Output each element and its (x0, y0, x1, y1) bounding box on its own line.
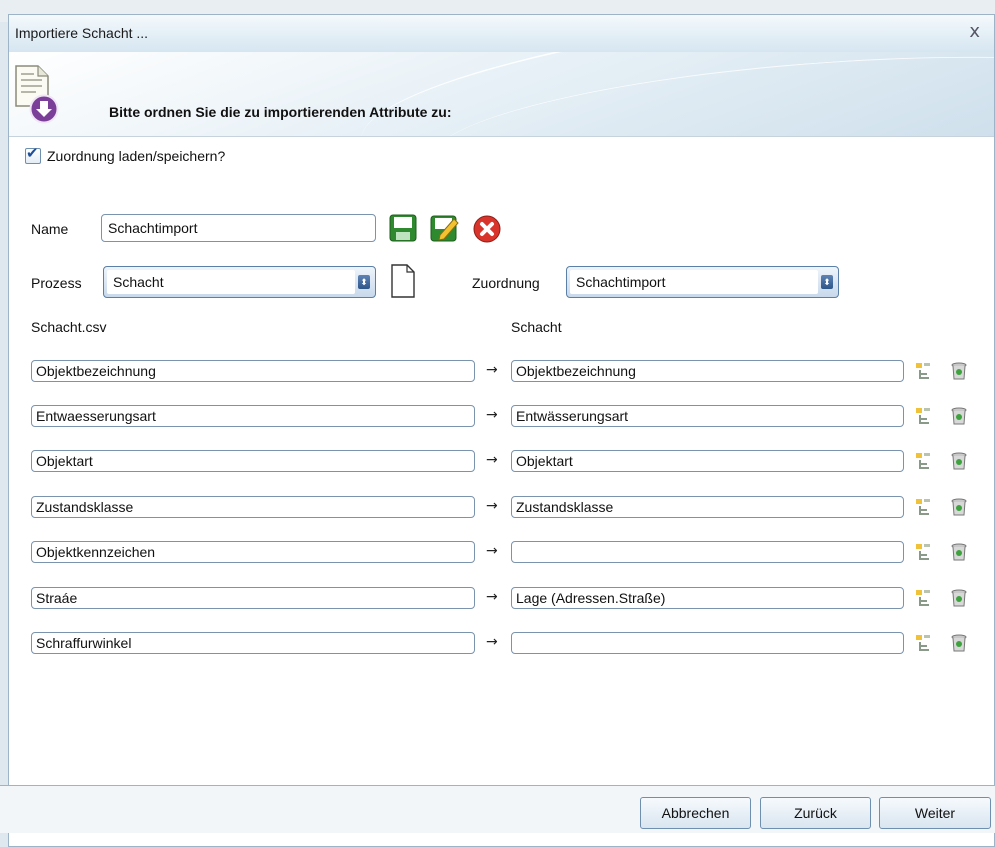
select-arrows-icon: ⬍ (821, 275, 833, 289)
arrow-icon: → (486, 362, 498, 378)
zuordnung-label: Zuordnung (472, 275, 540, 291)
trash-icon[interactable] (950, 542, 968, 562)
prozess-select[interactable]: Schacht ⬍ (103, 266, 376, 298)
source-field[interactable]: Objektbezeichnung (31, 360, 475, 382)
assign-icon[interactable] (915, 633, 933, 653)
name-label: Name (31, 221, 69, 237)
target-column-header: Schacht (511, 319, 562, 335)
import-dialog: Importiere Schacht ... x Bitte ordnen Si… (8, 14, 995, 847)
checkbox-label: Zuordnung laden/speichern? (47, 148, 226, 164)
back-button[interactable]: Zurück (760, 797, 871, 829)
arrow-icon: → (486, 543, 498, 559)
trash-icon[interactable] (950, 588, 968, 608)
assign-icon[interactable] (915, 451, 933, 471)
target-field[interactable]: Objektart (511, 450, 904, 472)
header-banner: Bitte ordnen Sie die zu importierenden A… (9, 52, 994, 137)
arrow-icon: → (486, 407, 498, 423)
source-field[interactable]: Zustandsklasse (31, 496, 475, 518)
target-field[interactable]: Objektbezeichnung (511, 360, 904, 382)
assign-icon[interactable] (915, 588, 933, 608)
source-field[interactable]: Objektart (31, 450, 475, 472)
close-icon[interactable]: x (969, 21, 980, 42)
assign-icon[interactable] (915, 361, 933, 381)
dialog-title: Importiere Schacht ... (15, 25, 149, 41)
zuordnung-select-value: Schachtimport (570, 270, 818, 294)
zuordnung-select[interactable]: Schachtimport ⬍ (566, 266, 839, 298)
assign-icon[interactable] (915, 406, 933, 426)
new-document-icon[interactable] (390, 263, 416, 299)
target-field[interactable]: Lage (Adressen.Straße) (511, 587, 904, 609)
arrow-icon: → (486, 589, 498, 605)
target-field[interactable]: Entwässerungsart (511, 405, 904, 427)
trash-icon[interactable] (950, 451, 968, 471)
check-icon: ✔ (26, 144, 39, 162)
prozess-label: Prozess (31, 275, 82, 291)
target-field[interactable] (511, 632, 904, 654)
footer-divider (0, 785, 995, 786)
assign-icon[interactable] (915, 497, 933, 517)
edit-icon[interactable] (430, 213, 460, 243)
trash-icon[interactable] (950, 497, 968, 517)
assign-icon[interactable] (915, 542, 933, 562)
download-arrow-icon (29, 94, 59, 124)
next-button[interactable]: Weiter (879, 797, 991, 829)
prozess-select-value: Schacht (107, 270, 355, 294)
trash-icon[interactable] (950, 633, 968, 653)
arrow-icon: → (486, 498, 498, 514)
source-field[interactable]: Entwaesserungsart (31, 405, 475, 427)
select-arrows-icon: ⬍ (358, 275, 370, 289)
source-field[interactable]: Schraffurwinkel (31, 632, 475, 654)
name-input[interactable]: Schachtimport (101, 214, 376, 242)
arrow-icon: → (486, 634, 498, 650)
title-bar: Importiere Schacht ... x (9, 15, 994, 53)
banner-heading: Bitte ordnen Sie die zu importierenden A… (109, 104, 452, 120)
target-field[interactable] (511, 541, 904, 563)
source-field[interactable]: Straáe (31, 587, 475, 609)
save-icon[interactable] (389, 214, 417, 242)
source-field[interactable]: Objektkennzeichen (31, 541, 475, 563)
source-column-header: Schacht.csv (31, 319, 107, 335)
trash-icon[interactable] (950, 406, 968, 426)
trash-icon[interactable] (950, 361, 968, 381)
arrow-icon: → (486, 452, 498, 468)
save-mapping-checkbox[interactable]: ✔ (25, 144, 41, 164)
cancel-button[interactable]: Abbrechen (640, 797, 751, 829)
delete-icon[interactable] (472, 214, 502, 244)
target-field[interactable]: Zustandsklasse (511, 496, 904, 518)
